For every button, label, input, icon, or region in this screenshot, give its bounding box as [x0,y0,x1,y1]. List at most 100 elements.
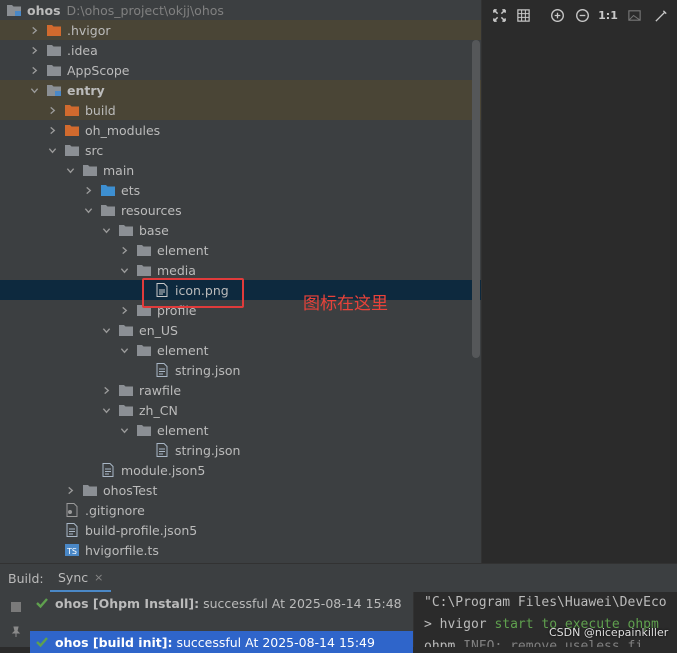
tree-item[interactable]: element [0,420,481,440]
pin-icon[interactable] [10,626,22,638]
annotation-box [142,278,244,308]
tree-item[interactable]: en_US [0,320,481,340]
excluded-folder-icon [64,123,80,137]
zoom-in-icon[interactable] [548,6,566,24]
chevron-down-icon[interactable] [100,404,112,416]
tree-item[interactable]: entry [0,80,481,100]
chevron-down-icon[interactable] [100,224,112,236]
tree-item[interactable]: .idea [0,40,481,60]
tree-item[interactable]: zh_CN [0,400,481,420]
zoom-out-icon[interactable] [573,6,591,24]
json-file-icon [154,443,170,457]
folder-icon [100,203,116,217]
tree-item[interactable]: ets [0,180,481,200]
tree-item-label: build [85,102,116,118]
fit-screen-icon[interactable] [490,6,508,24]
build-tree: ohos [Ohpm Install]: successful At 2025-… [30,592,413,653]
chevron-right-icon[interactable] [28,44,40,56]
build-entry-name: ohos [Ohpm Install]: [55,595,200,611]
svg-text:TS: TS [66,547,77,556]
folder-icon [82,483,98,497]
actual-size-button[interactable]: 1:1 [598,6,618,24]
folder-icon [118,403,134,417]
tree-item[interactable]: module.json5 [0,460,481,480]
tree-item[interactable]: build-profile.json5 [0,520,481,540]
tree-item-label: AppScope [67,62,130,78]
chevron-down-icon[interactable] [82,204,94,216]
ts-file-icon: TS [64,543,80,557]
tree-item-label: ohosTest [103,482,158,498]
tree-item[interactable]: TS hvigorfile.ts [0,540,481,560]
tree-item[interactable]: resources [0,200,481,220]
build-entry-name: ohos [build init]: [55,634,173,650]
tree-item[interactable]: src [0,140,481,160]
tree-item[interactable]: media [0,260,481,280]
chevron-right-icon[interactable] [28,24,40,36]
chevron-right-icon[interactable] [46,104,58,116]
console-text: ohpm [424,639,464,647]
chevron-right-icon[interactable] [64,484,76,496]
tree-scrollbar[interactable] [472,40,480,358]
tab-sync[interactable]: Sync × [50,564,112,593]
source-folder-icon [100,183,116,197]
tree-item-label: ohos [27,2,61,18]
tree-item[interactable]: .hvigor [0,20,481,40]
tree-item-label: resources [121,202,182,218]
folder-icon [136,243,152,257]
tree-item-label: element [157,342,209,358]
tree-item[interactable]: element [0,240,481,260]
chevron-right-icon[interactable] [118,244,130,256]
chevron-down-icon[interactable] [118,264,130,276]
excluded-folder-icon [46,23,62,37]
close-icon[interactable]: × [94,571,103,584]
ide-window: ohos D:\ohos_project\okjj\ohos .hvigor .ide… [0,0,677,653]
tree-item[interactable]: oh_modules [0,120,481,140]
build-side-toolbar [0,592,30,647]
chevron-right-icon[interactable] [46,124,58,136]
image-preview-panel: 1:1 [481,0,677,563]
chevron-right-icon[interactable] [118,304,130,316]
tree-item-label: src [85,142,104,158]
folder-icon [136,263,152,277]
console-line: ohpm INFO: remove useless fi [424,639,643,647]
module-folder-icon [6,3,22,17]
console-line: "C:\Program Files\Huawei\DevEco [424,595,667,610]
stop-icon[interactable] [11,602,21,612]
tree-root[interactable]: ohos D:\ohos_project\okjj\ohos [0,0,481,20]
watermark: CSDN @nicepainkiller [549,626,669,639]
project-path: D:\ohos_project\okjj\ohos [66,2,224,18]
tree-item[interactable]: string.json [0,440,481,460]
color-picker-icon[interactable] [652,6,670,24]
folder-icon [136,423,152,437]
tree-item-label: string.json [175,362,241,378]
tree-item[interactable]: .gitignore [0,500,481,520]
grid-icon[interactable] [514,6,532,24]
tree-item[interactable]: element [0,340,481,360]
text-file-icon [64,503,80,517]
tree-item[interactable]: rawfile [0,380,481,400]
chevron-right-icon[interactable] [82,184,94,196]
chevron-down-icon[interactable] [118,344,130,356]
background-icon[interactable] [625,6,643,24]
build-entry[interactable]: ohos [Ohpm Install]: successful At 2025-… [30,592,413,614]
chevron-down-icon[interactable] [100,324,112,336]
chevron-down-icon[interactable] [28,84,40,96]
build-entry[interactable]: ohos [build init]: successful At 2025-08… [30,631,413,653]
tree-item[interactable]: main [0,160,481,180]
chevron-down-icon[interactable] [118,424,130,436]
chevron-down-icon[interactable] [46,144,58,156]
tree-item-label: en_US [139,322,178,338]
tree-item-label: element [157,422,209,438]
build-entry-result: successful At 2025-08-14 15:48 [203,595,402,611]
chevron-down-icon[interactable] [64,164,76,176]
tree-item[interactable]: base [0,220,481,240]
tree-item[interactable]: build [0,100,481,120]
tree-item-label: main [103,162,135,178]
tree-item[interactable]: string.json [0,360,481,380]
tree-item[interactable]: ohosTest [0,480,481,500]
folder-icon [136,343,152,357]
chevron-right-icon[interactable] [28,64,40,76]
chevron-right-icon[interactable] [100,384,112,396]
tree-item[interactable]: AppScope [0,60,481,80]
tree-item-label: .hvigor [67,22,111,38]
